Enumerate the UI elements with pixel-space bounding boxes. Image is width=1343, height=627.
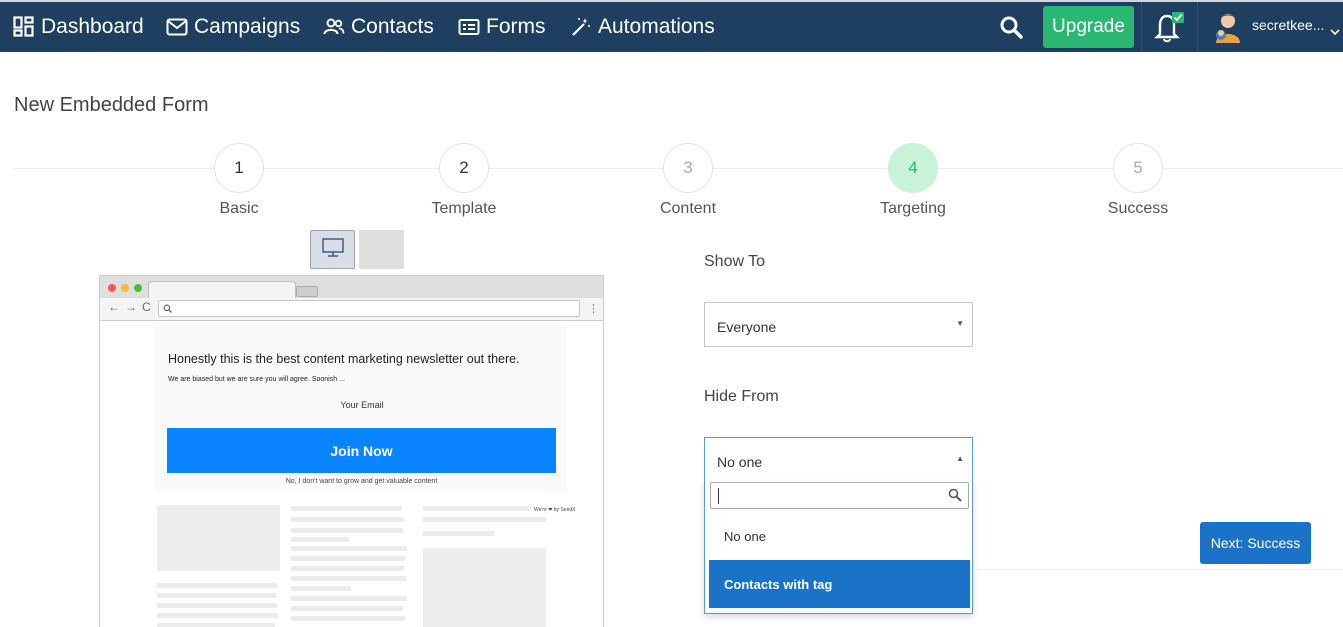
nav-campaigns-label: Campaigns xyxy=(194,15,301,38)
nav-divider xyxy=(1197,2,1198,52)
notification-bell-icon[interactable] xyxy=(1152,10,1186,44)
show-to-label: Show To xyxy=(704,253,766,270)
step-label: Template xyxy=(431,200,497,217)
close-dot-icon xyxy=(108,284,116,292)
browser-tab xyxy=(148,281,296,299)
text-cursor xyxy=(718,488,719,504)
newsletter-headline: Honestly this is the best content market… xyxy=(168,352,520,366)
placeholder-block xyxy=(423,548,546,627)
step-content[interactable]: 3 Content xyxy=(628,143,748,218)
nav-dashboard-label: Dashboard xyxy=(41,15,144,38)
chevron-down-icon[interactable] xyxy=(1330,23,1340,41)
step-template[interactable]: 2 Template xyxy=(404,143,524,218)
decline-link: No, I don't want to grow and get valuabl… xyxy=(285,478,438,485)
hide-from-value: No one xyxy=(717,454,763,470)
placeholder-line xyxy=(291,616,405,621)
nav-dashboard[interactable]: Dashboard xyxy=(13,2,144,52)
placeholder-line xyxy=(423,506,531,511)
show-to-select[interactable]: Everyone ▼ xyxy=(704,302,973,347)
placeholder-line xyxy=(157,593,276,598)
dashboard-icon xyxy=(13,16,34,37)
mobile-preview-button[interactable] xyxy=(359,230,404,269)
more-icon: ⋮ xyxy=(588,303,599,315)
placeholder-line xyxy=(291,528,403,533)
minimize-dot-icon xyxy=(121,284,129,292)
top-nav: Dashboard Campaigns Contacts Forms Autom… xyxy=(0,0,1343,52)
placeholder-line xyxy=(291,576,406,581)
step-success[interactable]: 5 Success xyxy=(1078,143,1198,218)
avatar[interactable] xyxy=(1212,11,1244,43)
placeholder-line xyxy=(423,517,546,522)
placeholder-line xyxy=(291,606,403,611)
placeholder-line xyxy=(291,506,402,511)
placeholder-line xyxy=(291,566,404,571)
search-icon xyxy=(948,488,962,502)
maximize-dot-icon xyxy=(134,284,142,292)
hide-from-dropdown: No one Contacts with tag xyxy=(704,481,973,614)
hide-from-label: Hide From xyxy=(704,388,779,405)
divider xyxy=(973,569,1343,570)
monitor-icon xyxy=(322,238,344,257)
newsletter-subhead: We are biased but we are sure you will a… xyxy=(168,376,345,383)
join-now-button: Join Now xyxy=(167,428,556,473)
step-label: Content xyxy=(659,200,717,217)
step-label: Basic xyxy=(219,200,259,217)
browser-nav-icon: ←→C xyxy=(108,300,156,314)
mail-icon xyxy=(166,18,188,36)
nav-contacts-label: Contacts xyxy=(351,15,434,38)
magic-wand-icon xyxy=(572,18,590,36)
next-success-button[interactable]: Next: Success xyxy=(1200,522,1311,564)
step-label: Targeting xyxy=(880,200,946,217)
nav-forms[interactable]: Forms xyxy=(458,2,546,52)
upgrade-button[interactable]: Upgrade xyxy=(1043,6,1134,48)
placeholder-line xyxy=(291,537,349,542)
placeholder-line xyxy=(157,613,278,618)
placeholder-line xyxy=(291,517,404,522)
step-number: 4 xyxy=(888,143,938,193)
desktop-preview-button[interactable] xyxy=(310,230,355,269)
nav-contacts[interactable]: Contacts xyxy=(323,2,434,52)
step-number: 2 xyxy=(439,143,489,193)
search-icon xyxy=(163,304,172,313)
show-to-value: Everyone xyxy=(717,319,777,335)
new-tab-icon xyxy=(296,286,318,297)
placeholder-line xyxy=(157,583,277,588)
placeholder-line xyxy=(291,586,351,591)
dropdown-option-highlighted[interactable]: Contacts with tag xyxy=(709,560,970,608)
placeholder-line xyxy=(291,596,407,601)
page-title: New Embedded Form xyxy=(14,94,209,116)
placeholder-block xyxy=(157,505,280,571)
address-bar xyxy=(158,300,580,317)
step-number: 5 xyxy=(1113,143,1163,193)
form-preview: ←→C ⋮ Honestly this is the best content … xyxy=(99,275,604,627)
placeholder-line xyxy=(291,546,407,551)
username[interactable]: secretkee... xyxy=(1252,17,1324,33)
powered-by-text: We're ❤ by SendX xyxy=(534,507,576,513)
nav-automations[interactable]: Automations xyxy=(570,2,715,52)
caret-down-icon: ▼ xyxy=(956,319,964,328)
email-field: Your Email xyxy=(340,400,384,410)
step-targeting[interactable]: 4 Targeting xyxy=(853,143,973,218)
contacts-icon xyxy=(323,18,345,35)
dropdown-option[interactable]: No one xyxy=(709,512,970,560)
nav-automations-label: Automations xyxy=(598,15,715,38)
nav-campaigns[interactable]: Campaigns xyxy=(166,2,300,52)
browser-toolbar: ←→C ⋮ xyxy=(100,298,603,321)
search-icon[interactable] xyxy=(998,14,1024,40)
placeholder-line xyxy=(291,556,405,561)
placeholder-line xyxy=(157,623,275,627)
step-basic[interactable]: 1 Basic xyxy=(179,143,299,218)
browser-tabbar xyxy=(100,276,603,299)
nav-divider xyxy=(1141,2,1142,52)
nav-forms-label: Forms xyxy=(486,15,546,38)
form-icon xyxy=(458,19,480,35)
placeholder-line xyxy=(423,531,494,536)
step-label: Success xyxy=(1107,200,1169,217)
hide-from-select[interactable]: No one ▲ xyxy=(704,437,973,482)
step-number: 3 xyxy=(663,143,713,193)
dropdown-search-input[interactable] xyxy=(710,482,969,509)
step-number: 1 xyxy=(214,143,264,193)
caret-up-icon: ▲ xyxy=(956,454,964,463)
placeholder-line xyxy=(157,603,277,608)
